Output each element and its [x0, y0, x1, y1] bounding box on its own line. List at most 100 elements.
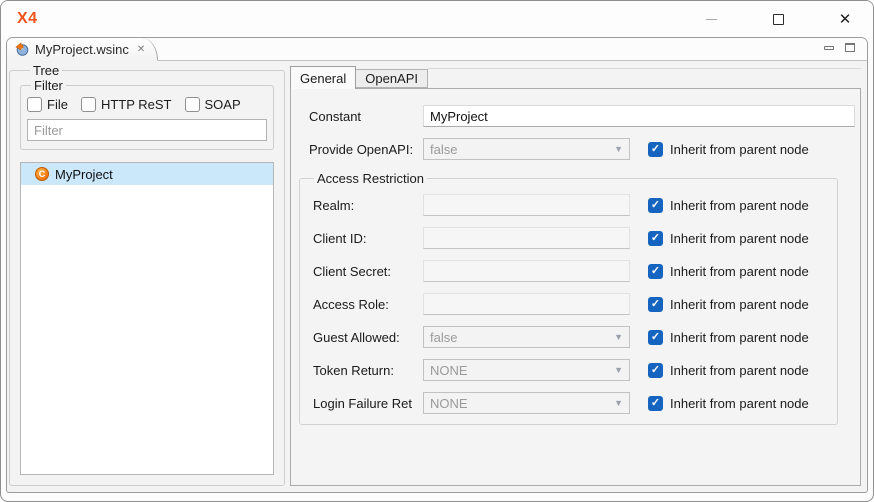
- inherit-checkbox[interactable]: ✓ Inherit from parent node: [648, 297, 809, 312]
- tab-general[interactable]: General: [290, 66, 356, 89]
- access-role-row: Access Role: ✓ Inherit from parent node: [313, 293, 837, 315]
- filter-checkbox-file[interactable]: File: [27, 97, 68, 112]
- checkbox-icon: [81, 97, 96, 112]
- field-label: Client Secret:: [313, 264, 423, 279]
- inherit-checkbox[interactable]: ✓ Inherit from parent node: [648, 330, 809, 345]
- inherit-label: Inherit from parent node: [670, 363, 809, 378]
- client-id-input: [423, 227, 630, 249]
- window-controls: ✕: [688, 1, 873, 37]
- provide-openapi-select: false ▼: [423, 138, 630, 160]
- field-label: Client ID:: [313, 231, 423, 246]
- checkbox-checked-icon: ✓: [648, 363, 663, 378]
- tree-list: C MyProject: [20, 162, 274, 475]
- app-window: X4 ✕ MyProject.wsinc ✕: [0, 0, 874, 502]
- chevron-down-icon: ▼: [614, 144, 627, 154]
- checkbox-checked-icon: ✓: [648, 142, 663, 157]
- checkbox-label: File: [47, 97, 68, 112]
- access-restriction-group: Access Restriction Realm: ✓ Inherit from…: [299, 171, 838, 425]
- editor-tab-label: MyProject.wsinc: [35, 42, 129, 57]
- inherit-label: Inherit from parent node: [670, 297, 809, 312]
- tab-close-icon[interactable]: ✕: [137, 44, 145, 55]
- editor-area: MyProject.wsinc ✕ Tree Filter File: [6, 37, 868, 493]
- view-controls: [824, 43, 855, 52]
- checkbox-icon: [27, 97, 42, 112]
- filter-checkbox-row: File HTTP ReST SOAP: [27, 97, 267, 112]
- filter-checkbox-http-rest[interactable]: HTTP ReST: [81, 97, 172, 112]
- access-restriction-label: Access Restriction: [314, 171, 427, 186]
- inherit-label: Inherit from parent node: [670, 198, 809, 213]
- editor-tab-myproject[interactable]: MyProject.wsinc ✕: [7, 38, 158, 61]
- filter-checkbox-soap[interactable]: SOAP: [185, 97, 241, 112]
- constant-input[interactable]: [423, 105, 855, 127]
- combo-value: false: [430, 142, 457, 157]
- app-logo: X4: [17, 10, 38, 28]
- filter-group: Filter File HTTP ReST SOAP: [20, 78, 274, 150]
- inherit-checkbox[interactable]: ✓ Inherit from parent node: [648, 264, 809, 279]
- combo-value: NONE: [430, 396, 468, 411]
- inherit-checkbox[interactable]: ✓ Inherit from parent node: [648, 396, 809, 411]
- combo-value: NONE: [430, 363, 468, 378]
- inherit-label: Inherit from parent node: [670, 142, 809, 157]
- client-secret-input: [423, 260, 630, 282]
- guest-allowed-row: Guest Allowed: false ▼ ✓ Inherit from pa…: [313, 326, 837, 348]
- tree-item-label: MyProject: [55, 167, 113, 182]
- filter-group-label: Filter: [31, 78, 66, 93]
- client-secret-row: Client Secret: ✓ Inherit from parent nod…: [313, 260, 837, 282]
- tree-group-label: Tree: [30, 63, 62, 78]
- checkbox-checked-icon: ✓: [648, 396, 663, 411]
- inherit-checkbox[interactable]: ✓ Inherit from parent node: [648, 363, 809, 378]
- minimize-button[interactable]: [688, 1, 734, 37]
- general-tab-body: Constant Provide OpenAPI: false ▼ ✓ Inhe…: [290, 88, 861, 486]
- inherit-label: Inherit from parent node: [670, 330, 809, 345]
- view-maximize-icon[interactable]: [845, 43, 855, 52]
- field-label: Provide OpenAPI:: [309, 142, 423, 157]
- maximize-icon: [773, 14, 784, 25]
- filter-input[interactable]: [27, 119, 267, 141]
- constant-node-icon: C: [35, 167, 49, 181]
- editor-content: Tree Filter File HTTP ReST: [7, 61, 867, 492]
- chevron-down-icon: ▼: [614, 398, 627, 408]
- inherit-label: Inherit from parent node: [670, 264, 809, 279]
- minimize-icon: [706, 19, 717, 20]
- tree-group: Tree Filter File HTTP ReST: [9, 63, 285, 486]
- guest-allowed-select: false ▼: [423, 326, 630, 348]
- token-return-row: Token Return: NONE ▼ ✓ Inherit from pare…: [313, 359, 837, 381]
- field-label: Constant: [309, 109, 423, 124]
- checkbox-label: SOAP: [205, 97, 241, 112]
- checkbox-checked-icon: ✓: [648, 198, 663, 213]
- chevron-down-icon: ▼: [614, 365, 627, 375]
- login-failure-row: Login Failure Ret NONE ▼ ✓ Inherit from …: [313, 392, 837, 414]
- constant-field-row: Constant: [309, 105, 860, 127]
- inherit-checkbox[interactable]: ✓ Inherit from parent node: [648, 142, 809, 157]
- inherit-label: Inherit from parent node: [670, 396, 809, 411]
- checkbox-checked-icon: ✓: [648, 264, 663, 279]
- tree-item-myproject[interactable]: C MyProject: [21, 163, 273, 185]
- close-button[interactable]: ✕: [822, 1, 868, 37]
- realm-input: [423, 194, 630, 216]
- close-icon: ✕: [839, 12, 852, 27]
- chevron-down-icon: ▼: [614, 332, 627, 342]
- maximize-button[interactable]: [755, 1, 801, 37]
- checkbox-checked-icon: ✓: [648, 231, 663, 246]
- tabbar-filler: [428, 68, 861, 69]
- provide-openapi-row: Provide OpenAPI: false ▼ ✓ Inherit from …: [309, 138, 860, 160]
- field-label: Realm:: [313, 198, 423, 213]
- combo-value: false: [430, 330, 457, 345]
- tab-openapi[interactable]: OpenAPI: [356, 69, 428, 88]
- checkbox-label: HTTP ReST: [101, 97, 172, 112]
- client-id-row: Client ID: ✓ Inherit from parent node: [313, 227, 837, 249]
- access-role-input: [423, 293, 630, 315]
- checkbox-checked-icon: ✓: [648, 297, 663, 312]
- field-label: Access Role:: [313, 297, 423, 312]
- editor-tabbar: MyProject.wsinc ✕: [7, 38, 867, 61]
- wsinc-file-icon: [15, 42, 29, 56]
- token-return-select: NONE ▼: [423, 359, 630, 381]
- field-label: Login Failure Ret: [313, 396, 423, 411]
- view-minimize-icon[interactable]: [824, 46, 834, 50]
- properties-panel: General OpenAPI Constant Provide OpenAPI…: [290, 65, 861, 486]
- login-failure-select: NONE ▼: [423, 392, 630, 414]
- field-label: Guest Allowed:: [313, 330, 423, 345]
- inherit-checkbox[interactable]: ✓ Inherit from parent node: [648, 198, 809, 213]
- inherit-checkbox[interactable]: ✓ Inherit from parent node: [648, 231, 809, 246]
- realm-row: Realm: ✓ Inherit from parent node: [313, 194, 837, 216]
